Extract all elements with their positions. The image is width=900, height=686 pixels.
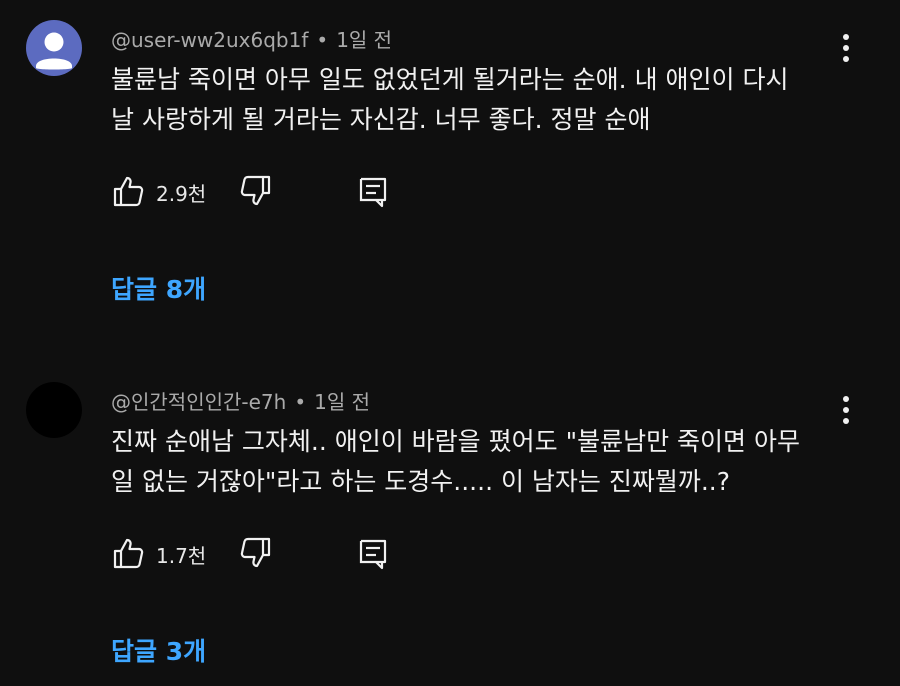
comment-text-line: 날 사랑하게 될 거라는 자신감. 너무 좋다. 정말 순애 <box>111 105 651 134</box>
more-vert-icon[interactable] <box>832 34 860 66</box>
comment-text-line: 일 없는 거잖아"라고 하는 도경수..... 이 남자는 진짜뭘까..? <box>111 467 731 496</box>
more-vert-icon[interactable] <box>832 396 860 428</box>
thumb-down-icon[interactable] <box>239 174 273 208</box>
like-count: 1.7천 <box>156 544 207 568</box>
meta-separator: • <box>316 28 329 52</box>
meta-separator: • <box>294 390 307 414</box>
author-name[interactable]: @user-ww2ux6qb1f <box>111 28 308 52</box>
comment-text-line: 불륜남 죽이면 아무 일도 없었던게 될거라는 순애. 내 애인이 다시 <box>111 65 789 94</box>
timestamp[interactable]: 1일 전 <box>314 390 370 414</box>
thumb-down-icon[interactable] <box>239 536 273 570</box>
avatar[interactable] <box>26 20 82 76</box>
comment-text: 불륜남 죽이면 아무 일도 없었던게 될거라는 순애. 내 애인이 다시 날 사… <box>111 60 831 140</box>
comment-actions: 2.9천 <box>111 174 451 210</box>
comment-actions: 1.7천 <box>111 536 451 572</box>
thumb-up-icon[interactable] <box>111 536 145 570</box>
timestamp[interactable]: 1일 전 <box>336 28 392 52</box>
avatar[interactable] <box>26 382 82 438</box>
author-name[interactable]: @인간적인인간-e7h <box>111 390 286 414</box>
replies-button[interactable]: 답글 3개 <box>111 632 206 668</box>
replies-button[interactable]: 답글 8개 <box>111 270 206 306</box>
comment-meta: @인간적인인간-e7h • 1일 전 <box>111 386 370 415</box>
comment-text-line: 진짜 순애남 그자체.. 애인이 바람을 폈어도 "불륜남만 죽이면 아무 <box>111 427 800 456</box>
comment-icon[interactable] <box>356 174 390 208</box>
comment-meta: @user-ww2ux6qb1f • 1일 전 <box>111 24 392 53</box>
comment-text: 진짜 순애남 그자체.. 애인이 바람을 폈어도 "불륜남만 죽이면 아무 일 … <box>111 422 831 502</box>
thumb-up-icon[interactable] <box>111 174 145 208</box>
default-user-avatar-icon <box>36 32 72 70</box>
comment-icon[interactable] <box>356 536 390 570</box>
like-count: 2.9천 <box>156 182 207 206</box>
